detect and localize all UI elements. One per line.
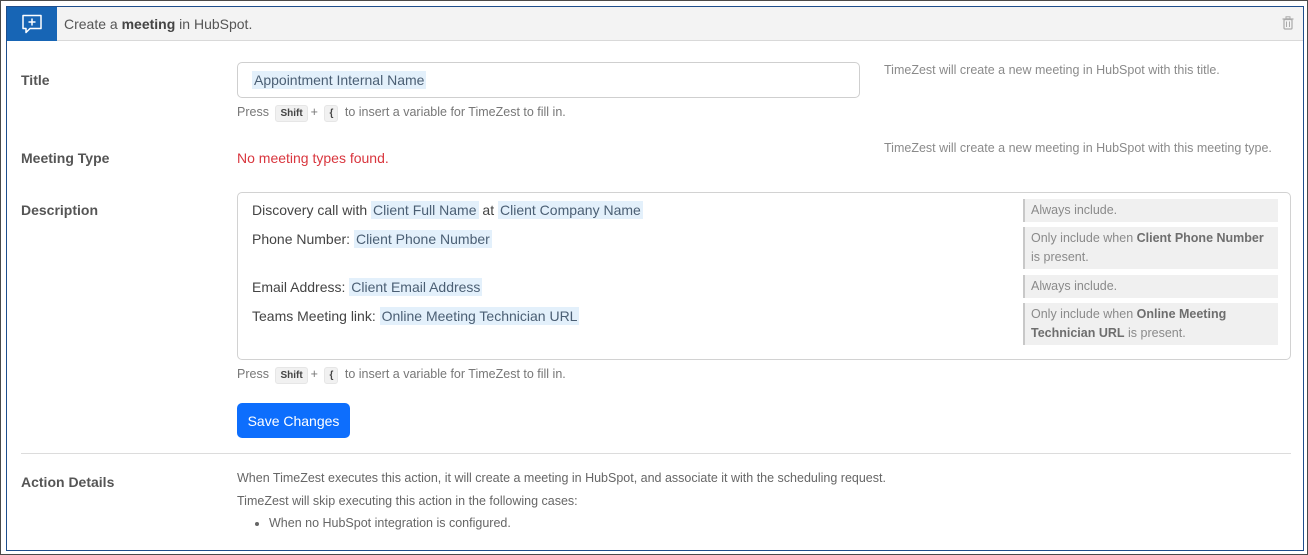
action-details-line-2: TimeZest will skip executing this action… xyxy=(237,494,578,508)
list-item: When no HubSpot integration is configure… xyxy=(269,516,511,530)
panel-header: Create a meeting in HubSpot. xyxy=(7,7,1303,41)
hint-rest: to insert a variable for TimeZest to fil… xyxy=(344,105,566,119)
note-pre: Only include when xyxy=(1031,231,1137,245)
header-title-bold: meeting xyxy=(121,16,176,32)
description-editor[interactable]: Discovery call with Client Full Name at … xyxy=(237,192,1291,360)
description-hint: Press Shift + { to insert a variable for … xyxy=(237,367,566,384)
description-note-4: Only include when Online Meeting Technic… xyxy=(1023,303,1278,345)
title-help: TimeZest will create a new meeting in Hu… xyxy=(884,63,1220,77)
action-panel: Create a meeting in HubSpot. Title Appoi… xyxy=(6,6,1304,551)
description-note-3: Always include. xyxy=(1023,275,1278,298)
note-post: is present. xyxy=(1124,326,1186,340)
title-hint: Press Shift + { to insert a variable for … xyxy=(237,105,566,122)
note-bold: Client Phone Number xyxy=(1136,231,1264,245)
line-text: at xyxy=(478,202,498,218)
description-line-1[interactable]: Discovery call with Client Full Name at … xyxy=(252,201,643,219)
note-pre: Always include. xyxy=(1031,279,1118,293)
header-title: Create a meeting in HubSpot. xyxy=(64,16,252,32)
hint-plus: + xyxy=(310,105,318,119)
action-details-line-1: When TimeZest executes this action, it w… xyxy=(237,471,886,485)
variable-chip-client-company-name[interactable]: Client Company Name xyxy=(497,201,643,219)
description-note-2: Only include when Client Phone Number is… xyxy=(1023,227,1278,269)
hint-press: Press xyxy=(237,105,269,119)
description-line-2[interactable]: Phone Number: Client Phone Number xyxy=(252,230,492,248)
note-pre: Always include. xyxy=(1031,203,1118,217)
note-post: is present. xyxy=(1031,250,1089,264)
action-details-label: Action Details xyxy=(21,474,115,490)
header-title-suffix: in HubSpot. xyxy=(175,16,253,32)
brace-key: { xyxy=(324,105,339,122)
description-line-4[interactable]: Teams Meeting link: Online Meeting Techn… xyxy=(252,307,580,325)
header-title-prefix: Create a xyxy=(64,16,122,32)
section-divider xyxy=(21,453,1291,454)
line-text: Teams Meeting link: xyxy=(252,308,380,324)
variable-chip-client-full-name[interactable]: Client Full Name xyxy=(371,201,479,219)
meeting-type-error: No meeting types found. xyxy=(237,150,389,166)
meeting-type-label: Meeting Type xyxy=(21,150,110,166)
variable-chip-client-email-address[interactable]: Client Email Address xyxy=(349,278,483,296)
description-note-1: Always include. xyxy=(1023,199,1278,222)
add-comment-icon xyxy=(22,14,42,34)
title-input[interactable]: Appointment Internal Name xyxy=(237,62,860,98)
variable-chip-client-phone-number[interactable]: Client Phone Number xyxy=(353,230,492,248)
description-label: Description xyxy=(21,202,99,218)
trash-icon[interactable] xyxy=(1282,16,1294,30)
title-variable-chip[interactable]: Appointment Internal Name xyxy=(252,71,427,89)
shift-key: Shift xyxy=(275,105,308,122)
meeting-type-help: TimeZest will create a new meeting in Hu… xyxy=(884,141,1272,155)
hint-rest: to insert a variable for TimeZest to fil… xyxy=(344,367,566,381)
window-frame: Create a meeting in HubSpot. Title Appoi… xyxy=(0,0,1308,555)
hint-press: Press xyxy=(237,367,269,381)
header-icon-box xyxy=(7,7,57,41)
note-pre: Only include when xyxy=(1031,307,1137,321)
line-text: Email Address: xyxy=(252,279,350,295)
shift-key: Shift xyxy=(275,367,308,384)
hint-plus: + xyxy=(310,367,318,381)
variable-chip-online-meeting-technician-url[interactable]: Online Meeting Technician URL xyxy=(379,307,580,325)
save-changes-button[interactable]: Save Changes xyxy=(237,403,350,438)
line-text: Phone Number: xyxy=(252,231,354,247)
skip-cases-list: When no HubSpot integration is configure… xyxy=(237,516,511,530)
description-line-3[interactable]: Email Address: Client Email Address xyxy=(252,278,483,296)
line-text: Discovery call with xyxy=(252,202,372,218)
title-label: Title xyxy=(21,72,50,88)
brace-key: { xyxy=(324,367,339,384)
